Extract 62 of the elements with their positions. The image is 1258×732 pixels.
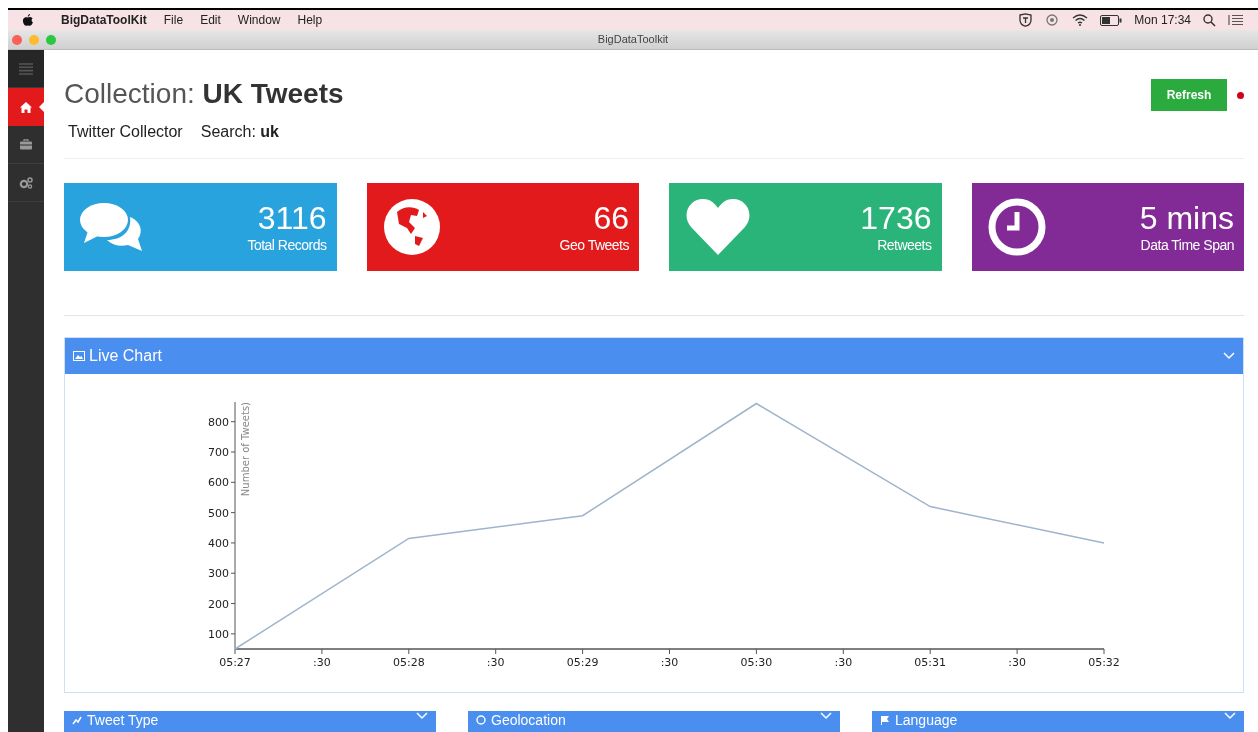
x-tick-label: :30	[1008, 656, 1026, 669]
y-tick-label: 300	[208, 567, 229, 581]
menu-item[interactable]: File	[163, 11, 184, 29]
axis-title: Number of Tweets)	[240, 402, 251, 497]
heart-icon	[685, 199, 751, 255]
cogs-icon	[19, 176, 33, 189]
chevron-icon[interactable]	[1224, 712, 1236, 720]
x-tick-label: :30	[313, 656, 331, 669]
clock-icon	[987, 198, 1046, 256]
x-tick-label: :30	[486, 656, 505, 669]
chevron-icon[interactable]	[820, 712, 832, 720]
search-icon[interactable]	[1203, 13, 1216, 27]
y-tick-label: 200	[208, 597, 229, 611]
collection-heading: Collection: UK Tweets	[64, 78, 344, 110]
x-tick-label: 05:31	[914, 656, 947, 669]
x-tick-label: :30	[660, 656, 679, 669]
stat-label: Data Time Span	[1140, 236, 1234, 254]
chart-icon	[72, 715, 82, 725]
y-tick-label: 500	[208, 506, 229, 520]
battery-icon[interactable]	[1100, 14, 1123, 26]
x-tick-label: :30	[834, 656, 853, 669]
x-tick-label: 05:32	[1088, 656, 1120, 669]
x-tick-label: 05:29	[566, 656, 599, 669]
panel-title: Geolocation	[491, 712, 566, 728]
app-menu[interactable]: BigDataToolKit	[61, 11, 147, 29]
y-tick-label: 600	[208, 476, 229, 490]
list-icon[interactable]	[1228, 14, 1244, 26]
y-tick-label: 700	[208, 446, 229, 459]
panel-title: Language	[895, 712, 958, 728]
chevron-icon[interactable]	[1223, 352, 1235, 360]
menu-icon	[19, 62, 33, 75]
briefcase-icon	[20, 139, 32, 150]
stat-label: Total Records	[247, 236, 327, 254]
y-tick-label: 100	[208, 627, 229, 641]
x-tick-label: 05:30	[740, 656, 773, 669]
search-term: Search: uk	[200, 122, 279, 142]
collector-name: Twitter Collector	[68, 122, 183, 142]
menu-item[interactable]: Window	[237, 11, 281, 29]
y-tick-label: 400	[208, 536, 229, 550]
x-tick-label: 05:28	[392, 656, 425, 669]
menu-clock[interactable]: Mon 17:34	[1134, 11, 1191, 29]
stat-value: 3116	[257, 200, 327, 236]
wifi-icon[interactable]	[1072, 14, 1089, 26]
stat-value: 1736	[860, 200, 932, 236]
shield-icon[interactable]	[1019, 13, 1033, 27]
stat-value: 66	[593, 200, 629, 236]
window-title: BigDataToolkit	[597, 32, 669, 48]
panel-title: Live Chart	[89, 346, 162, 366]
chevron-icon[interactable]	[416, 712, 428, 720]
menu-item[interactable]: Help	[297, 11, 323, 29]
sidebar-item[interactable]	[8, 88, 44, 126]
y-tick-label: 800	[208, 415, 229, 429]
apple-icon[interactable]	[22, 13, 34, 27]
stat-value: 5 mins	[1139, 200, 1234, 236]
x-tick-label: 05:27	[219, 656, 251, 669]
picture-icon	[73, 351, 85, 361]
stat-label: Retweets	[877, 236, 932, 254]
stat-label: Geo Tweets	[559, 236, 629, 254]
home-icon	[20, 101, 32, 113]
flag-icon	[880, 715, 890, 725]
menu-item[interactable]: Edit	[200, 11, 221, 29]
panel-title: Tweet Type	[87, 712, 159, 728]
